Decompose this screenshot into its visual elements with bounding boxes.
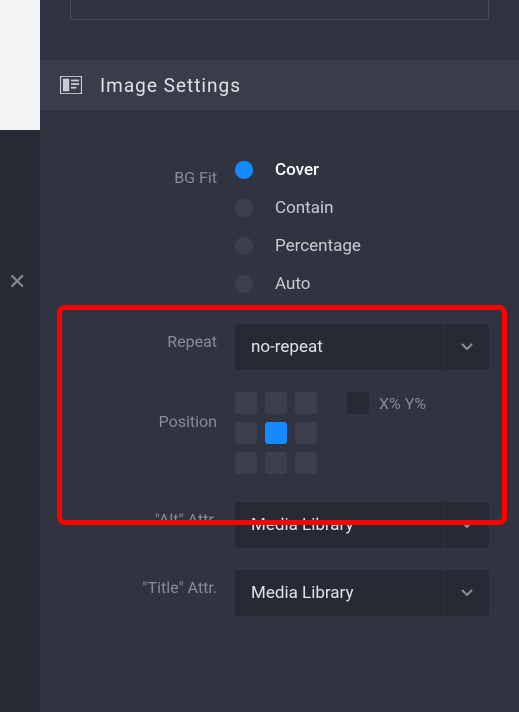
altattr-label: "Alt" Attr.: [40, 502, 235, 529]
titleattr-row: "Title" Attr. Media Library: [40, 570, 489, 616]
altattr-row: "Alt" Attr. Media Library: [40, 502, 489, 548]
altattr-select-value: Media Library: [251, 515, 473, 535]
side-icon-bar: ✕: [0, 130, 40, 712]
radio-label: Cover: [275, 160, 319, 180]
radio-dot-icon: [235, 199, 253, 217]
chevron-down-icon: [443, 324, 489, 370]
chevron-down-icon: [443, 570, 489, 616]
pos-cell-bot-center[interactable]: [265, 452, 287, 474]
pos-cell-top-right[interactable]: [295, 392, 317, 414]
titleattr-select[interactable]: Media Library: [235, 570, 489, 616]
pos-cell-bot-right[interactable]: [295, 452, 317, 474]
radio-dot-icon: [235, 275, 253, 293]
xy-box[interactable]: [347, 392, 369, 414]
pos-cell-top-left[interactable]: [235, 392, 257, 414]
bgfit-radio-group: Cover Contain Percentage Auto: [235, 160, 489, 294]
chevron-down-icon: [443, 502, 489, 548]
collapsed-top-stub: [70, 0, 489, 20]
position-label: Position: [40, 392, 235, 431]
bgfit-label: BG Fit: [40, 160, 235, 187]
section-title: Image Settings: [100, 74, 241, 97]
position-row: Position: [40, 392, 489, 474]
left-preview-strip: [0, 0, 40, 130]
pos-cell-mid-left[interactable]: [235, 422, 257, 444]
pos-cell-mid-right[interactable]: [295, 422, 317, 444]
radio-label: Auto: [275, 274, 310, 294]
bgfit-option-cover[interactable]: Cover: [235, 160, 489, 180]
radio-dot-icon: [235, 161, 253, 179]
bgfit-row: BG Fit Cover Contain Percentage: [40, 160, 489, 294]
bgfit-option-contain[interactable]: Contain: [235, 198, 489, 218]
titleattr-label: "Title" Attr.: [40, 570, 235, 597]
pos-cell-center[interactable]: [265, 422, 287, 444]
pos-cell-top-center[interactable]: [265, 392, 287, 414]
position-xy: X% Y%: [347, 392, 426, 414]
altattr-select[interactable]: Media Library: [235, 502, 489, 548]
close-icon[interactable]: ✕: [8, 270, 26, 295]
settings-panel: Image Settings BG Fit Cover Contain: [40, 0, 519, 712]
bgfit-option-percentage[interactable]: Percentage: [235, 236, 489, 256]
repeat-select-value: no-repeat: [251, 337, 473, 357]
repeat-label: Repeat: [40, 324, 235, 351]
section-header[interactable]: Image Settings: [40, 60, 519, 110]
radio-dot-icon: [235, 237, 253, 255]
repeat-select[interactable]: no-repeat: [235, 324, 489, 370]
xy-label: X% Y%: [379, 394, 426, 413]
image-settings-icon: [60, 76, 82, 94]
repeat-row: Repeat no-repeat: [40, 324, 489, 370]
titleattr-select-value: Media Library: [251, 583, 473, 603]
position-grid: [235, 392, 317, 474]
bgfit-option-auto[interactable]: Auto: [235, 274, 489, 294]
radio-label: Contain: [275, 198, 333, 218]
radio-label: Percentage: [275, 236, 361, 256]
pos-cell-bot-left[interactable]: [235, 452, 257, 474]
